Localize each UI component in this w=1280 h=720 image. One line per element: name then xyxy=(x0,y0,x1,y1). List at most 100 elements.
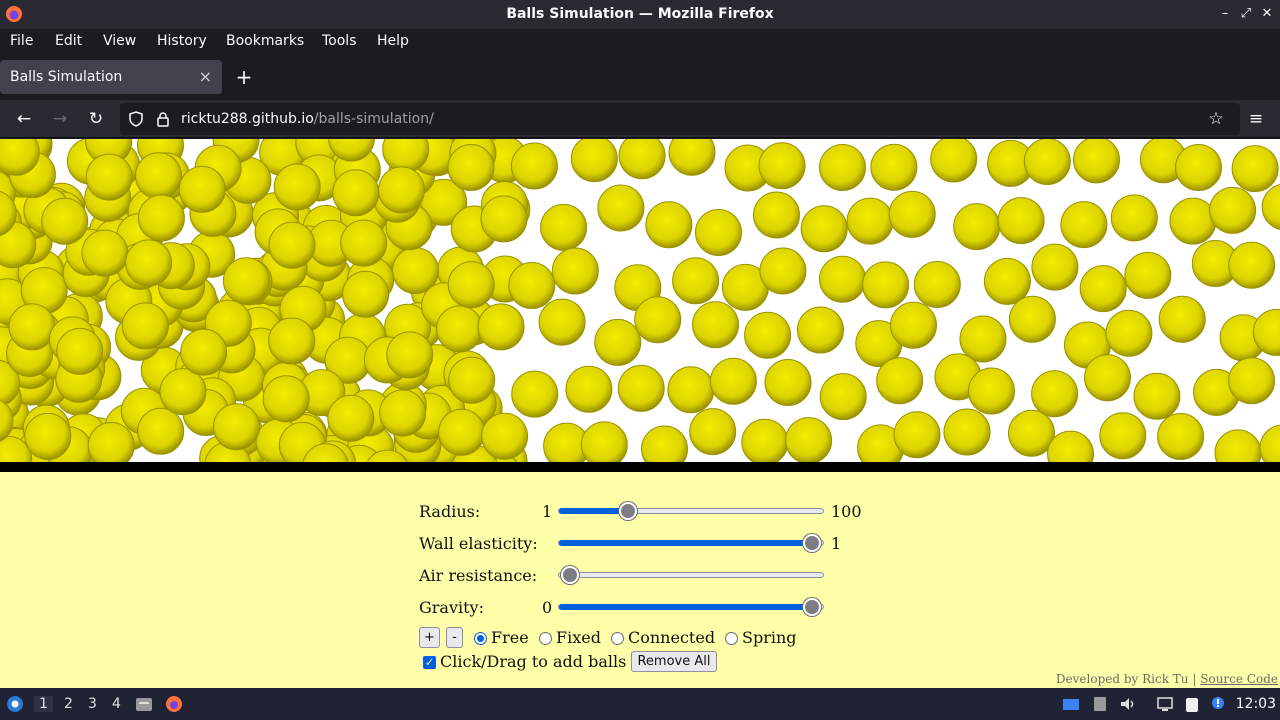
ball xyxy=(870,143,918,191)
ball xyxy=(846,197,894,245)
mode-fixed-radio[interactable] xyxy=(539,632,552,645)
ball xyxy=(1073,139,1120,184)
remove-all-button[interactable]: Remove All xyxy=(631,651,717,672)
remove-ball-button[interactable]: - xyxy=(446,627,463,648)
radius-slider-thumb[interactable] xyxy=(618,502,637,520)
lock-icon[interactable] xyxy=(156,111,170,127)
network-icon[interactable] xyxy=(1156,695,1174,713)
wall-elasticity-slider-thumb[interactable] xyxy=(803,534,822,552)
ball xyxy=(819,255,866,303)
ball xyxy=(540,203,588,251)
ball xyxy=(87,422,135,462)
ball xyxy=(1169,197,1217,245)
simulation-canvas[interactable] xyxy=(0,139,1280,472)
file-manager-icon[interactable] xyxy=(135,695,153,713)
ball xyxy=(125,239,173,287)
url-bar[interactable]: ricktu288.github.io/balls-simulation/ ☆ xyxy=(120,103,1240,135)
ball xyxy=(759,247,807,295)
storage-icon[interactable] xyxy=(1091,695,1109,713)
wall-elasticity-label: Wall elasticity: xyxy=(419,534,538,553)
radius-slider[interactable] xyxy=(558,502,824,520)
click-drag-checkbox[interactable]: ✓ xyxy=(423,656,436,669)
gravity-slider-thumb[interactable] xyxy=(803,598,822,616)
ball xyxy=(876,357,924,405)
hamburger-menu-icon[interactable]: ≡ xyxy=(1244,107,1268,131)
balls-layer[interactable] xyxy=(0,139,1280,472)
reload-icon[interactable]: ↻ xyxy=(84,107,108,131)
mode-free-radio[interactable] xyxy=(474,632,487,645)
ball xyxy=(1157,413,1205,460)
workspace-4[interactable]: 4 xyxy=(112,696,121,712)
mode-connected-radio[interactable] xyxy=(611,632,624,645)
notification-icon[interactable] xyxy=(1209,695,1227,713)
minimize-icon[interactable]: – xyxy=(1216,5,1234,23)
ball xyxy=(273,163,321,211)
tab-label: Balls Simulation xyxy=(10,69,123,85)
ball xyxy=(386,331,434,379)
click-drag-label: Click/Drag to add balls xyxy=(440,652,627,671)
add-ball-button[interactable]: + xyxy=(419,627,440,648)
ball xyxy=(447,261,495,309)
back-icon[interactable]: ← xyxy=(12,107,36,131)
gravity-slider-fill xyxy=(559,604,813,610)
window-icon[interactable] xyxy=(1062,695,1080,713)
workspace-2[interactable]: 2 xyxy=(64,696,73,712)
ball xyxy=(137,194,185,242)
mode-spring-radio[interactable] xyxy=(725,632,738,645)
start-menu-icon[interactable] xyxy=(6,695,24,713)
menu-view[interactable]: View xyxy=(103,33,136,49)
air-resistance-slider-thumb[interactable] xyxy=(560,566,579,584)
menu-edit[interactable]: Edit xyxy=(55,33,82,49)
developer-credit: Developed by Rick Tu xyxy=(1055,672,1189,686)
radius-label: Radius: xyxy=(419,502,481,521)
volume-icon[interactable] xyxy=(1119,695,1137,713)
workspace-1[interactable]: 1 xyxy=(34,696,53,712)
ball xyxy=(1110,194,1158,242)
menu-tools[interactable]: Tools xyxy=(322,33,357,49)
ball xyxy=(797,306,844,354)
ball xyxy=(888,190,936,238)
ball xyxy=(597,184,645,232)
wall-elasticity-slider[interactable] xyxy=(558,534,824,552)
bookmark-star-icon[interactable]: ☆ xyxy=(1204,107,1228,131)
ball xyxy=(953,203,1001,251)
ball xyxy=(178,165,226,213)
gravity-slider[interactable] xyxy=(558,598,824,616)
ball xyxy=(481,412,529,460)
menu-help[interactable]: Help xyxy=(377,33,409,49)
ball xyxy=(617,364,665,412)
ball xyxy=(438,408,486,456)
maximize-icon[interactable]: ⤢ xyxy=(1237,5,1255,23)
forward-icon[interactable]: → xyxy=(48,107,72,131)
ball xyxy=(764,359,812,406)
close-tab-icon[interactable]: × xyxy=(199,67,212,86)
menu-history[interactable]: History xyxy=(157,33,207,49)
close-window-icon[interactable]: ✕ xyxy=(1258,5,1276,23)
ball xyxy=(753,191,800,239)
ball xyxy=(1031,243,1079,291)
gravity-row: Gravity: 0 xyxy=(419,595,879,619)
ball xyxy=(1105,309,1153,357)
shield-icon[interactable] xyxy=(128,111,144,127)
clipboard-icon[interactable] xyxy=(1183,695,1201,713)
ball xyxy=(1175,144,1222,191)
url-text: ricktu288.github.io/balls-simulation/ xyxy=(181,111,434,127)
page-content: Radius: 1 100 Wall elasticity: 1 Air res… xyxy=(0,139,1280,688)
ball xyxy=(692,301,739,349)
firefox-taskbar-icon[interactable] xyxy=(165,695,183,713)
menu-bookmarks[interactable]: Bookmarks xyxy=(226,33,304,49)
ball xyxy=(378,166,425,214)
source-code-link[interactable]: Source Code xyxy=(1200,672,1278,686)
ball xyxy=(1214,429,1262,462)
workspace-3[interactable]: 3 xyxy=(88,696,97,712)
new-tab-icon[interactable]: + xyxy=(233,66,255,88)
ball xyxy=(480,195,528,243)
ball xyxy=(819,373,867,421)
tab-balls-simulation[interactable]: Balls Simulation × xyxy=(0,60,222,94)
ball xyxy=(1209,186,1257,234)
ball xyxy=(1228,241,1276,289)
air-resistance-slider[interactable] xyxy=(558,566,824,584)
ball xyxy=(913,261,961,308)
ball xyxy=(1031,370,1079,418)
menu-file[interactable]: File xyxy=(10,33,33,49)
